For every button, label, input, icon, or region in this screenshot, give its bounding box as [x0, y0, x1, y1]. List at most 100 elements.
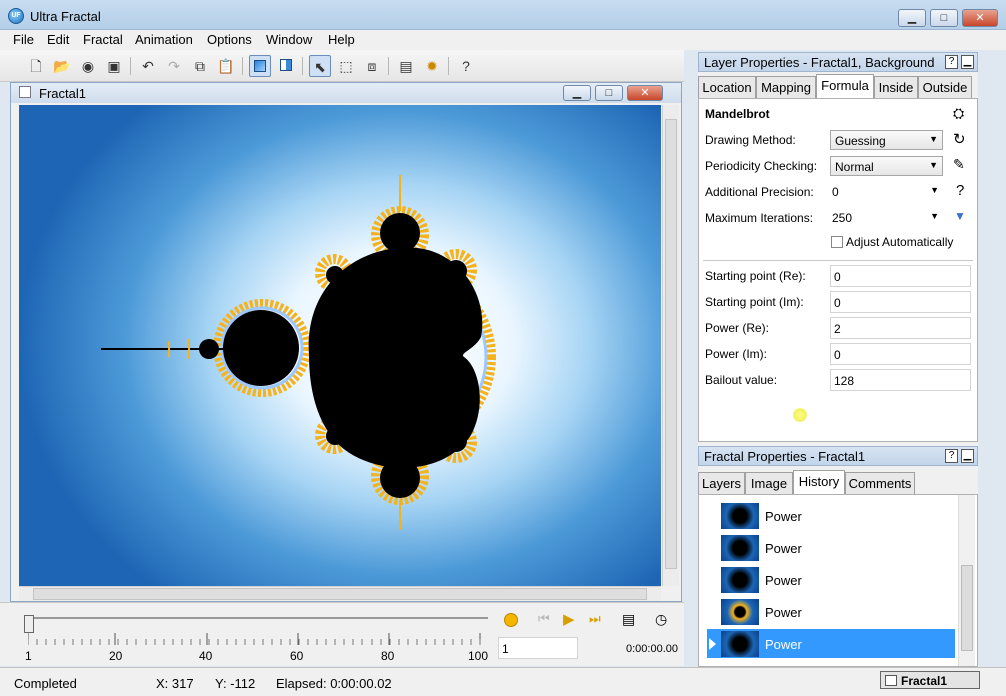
list-item[interactable]: Power: [707, 533, 955, 563]
expand-triangle-icon[interactable]: ▼: [954, 209, 966, 223]
mandelbrot-image: [101, 175, 496, 530]
doc-maximize-button[interactable]: □: [595, 85, 623, 101]
maximize-button[interactable]: □: [930, 9, 958, 27]
undo-icon[interactable]: ↶: [137, 55, 159, 77]
tab-comments[interactable]: Comments: [845, 472, 915, 494]
menu-file[interactable]: File: [13, 32, 34, 47]
next-keyframe-icon[interactable]: ⏭: [589, 611, 601, 627]
copy-icon[interactable]: ⧉: [189, 55, 211, 77]
current-state-marker-icon: [709, 638, 716, 650]
bailout-input[interactable]: 128: [830, 369, 971, 391]
fractal-tabs: Layers Image History Comments: [698, 470, 978, 494]
starting-point-im-input[interactable]: 0: [830, 291, 971, 313]
doc-close-button[interactable]: ✕: [627, 85, 663, 101]
tab-mapping[interactable]: Mapping: [756, 76, 816, 98]
drawing-method-value: Guessing: [835, 134, 886, 148]
help-icon[interactable]: ?: [956, 182, 964, 199]
menu-fractal[interactable]: Fractal: [83, 32, 123, 47]
gear-icon[interactable]: ✹: [421, 55, 443, 77]
adjust-automatically-checkbox[interactable]: [831, 236, 843, 248]
tab-layers[interactable]: Layers: [698, 472, 745, 494]
minimize-button[interactable]: ▁: [898, 9, 926, 27]
help-icon[interactable]: ?: [455, 55, 477, 77]
clock-icon[interactable]: ◷: [655, 611, 667, 628]
move-tool-icon[interactable]: ⧈: [361, 55, 383, 77]
paste-icon[interactable]: 📋: [215, 55, 237, 77]
record-keyframe-icon[interactable]: [504, 613, 518, 627]
refresh-icon[interactable]: ↻: [953, 130, 966, 148]
menu-options[interactable]: Options: [207, 32, 252, 47]
save-icon[interactable]: ▣: [103, 55, 125, 77]
animation-settings-icon[interactable]: ▤: [622, 611, 635, 628]
timeline-track[interactable]: [28, 617, 488, 619]
previous-keyframe-icon[interactable]: ⏮: [538, 611, 550, 627]
menu-window[interactable]: Window: [266, 32, 312, 47]
history-label: Power: [765, 573, 802, 588]
zoom-tool-icon[interactable]: ⬚: [335, 55, 357, 77]
tick-label: 1: [25, 649, 32, 663]
tab-inside[interactable]: Inside: [874, 76, 918, 98]
formula-browse-icon[interactable]: ⛭: [953, 105, 964, 122]
render-to-disk-icon[interactable]: ▤: [395, 55, 417, 77]
toolbar-separator: [302, 57, 303, 75]
max-iterations-field[interactable]: 250 ▼: [830, 208, 943, 228]
toolbar-separator: [130, 57, 131, 75]
menu-edit[interactable]: Edit: [47, 32, 69, 47]
browse-icon[interactable]: ◉: [77, 55, 99, 77]
chevron-down-icon: ▼: [930, 211, 939, 221]
fractal-thumbnail: [721, 631, 759, 657]
history-scrollbar[interactable]: [958, 495, 975, 666]
select-tool-icon[interactable]: ⬉: [309, 55, 331, 77]
additional-precision-field[interactable]: 0 ▼: [830, 182, 943, 202]
split-view-icon[interactable]: [275, 55, 297, 77]
power-re-input[interactable]: 2: [830, 317, 971, 339]
panel-minimize-button[interactable]: ▁: [961, 55, 974, 69]
canvas-horizontal-scrollbar[interactable]: [19, 586, 661, 601]
history-label: Power: [765, 637, 802, 652]
timeline-ticks: [28, 633, 481, 645]
close-button[interactable]: ✕: [962, 9, 998, 27]
tab-location[interactable]: Location: [698, 76, 756, 98]
app-logo-icon: UF: [8, 8, 24, 24]
edit-formula-icon[interactable]: ✎: [953, 156, 965, 173]
additional-precision-label: Additional Precision:: [705, 185, 814, 199]
tab-outside[interactable]: Outside: [918, 76, 972, 98]
layer-tabs: Location Mapping Formula Inside Outside: [698, 74, 978, 98]
drawing-method-select[interactable]: Guessing ▼: [830, 130, 943, 150]
open-folder-icon[interactable]: 📂: [51, 55, 73, 77]
document-icon: [19, 86, 31, 98]
panel-help-button[interactable]: ?: [945, 55, 958, 69]
panel-minimize-button[interactable]: ▁: [961, 449, 974, 463]
max-iterations-label: Maximum Iterations:: [705, 211, 814, 225]
menu-help[interactable]: Help: [328, 32, 355, 47]
tab-image[interactable]: Image: [745, 472, 793, 494]
power-im-input[interactable]: 0: [830, 343, 971, 365]
starting-point-re-input[interactable]: 0: [830, 265, 971, 287]
fullscreen-view-icon[interactable]: [249, 55, 271, 77]
taskbar-item-fractal1[interactable]: Fractal1: [880, 671, 980, 689]
fractal-canvas[interactable]: [19, 105, 661, 586]
chevron-down-icon: ▼: [929, 160, 938, 170]
canvas-vertical-scrollbar[interactable]: [662, 105, 679, 586]
periodicity-select[interactable]: Normal ▼: [830, 156, 943, 176]
list-item[interactable]: Power: [707, 597, 955, 627]
history-scroll-thumb[interactable]: [961, 565, 973, 651]
divider: [703, 260, 973, 261]
main-toolbar: 🗋 📂 ◉ ▣ ↶ ↷ ⧉ 📋 ⬉ ⬚ ⧈ ▤ ✹ ?: [0, 50, 684, 82]
redo-icon[interactable]: ↷: [163, 55, 185, 77]
new-file-icon[interactable]: 🗋: [25, 55, 47, 77]
list-item[interactable]: Power: [707, 501, 955, 531]
frame-input[interactable]: 1: [498, 637, 578, 659]
horizontal-scroll-thumb[interactable]: [33, 588, 647, 600]
play-icon[interactable]: ▶: [563, 610, 575, 628]
menu-animation[interactable]: Animation: [135, 32, 193, 47]
tab-formula[interactable]: Formula: [816, 74, 874, 98]
tab-history[interactable]: History: [793, 470, 845, 494]
chevron-down-icon: ▼: [930, 185, 939, 195]
tick-label: 60: [290, 649, 304, 663]
doc-minimize-button[interactable]: ▁: [563, 85, 591, 101]
vertical-scroll-thumb[interactable]: [665, 119, 677, 569]
panel-help-button[interactable]: ?: [945, 449, 958, 463]
list-item[interactable]: Power: [707, 565, 955, 595]
list-item-selected[interactable]: Power: [707, 629, 955, 659]
